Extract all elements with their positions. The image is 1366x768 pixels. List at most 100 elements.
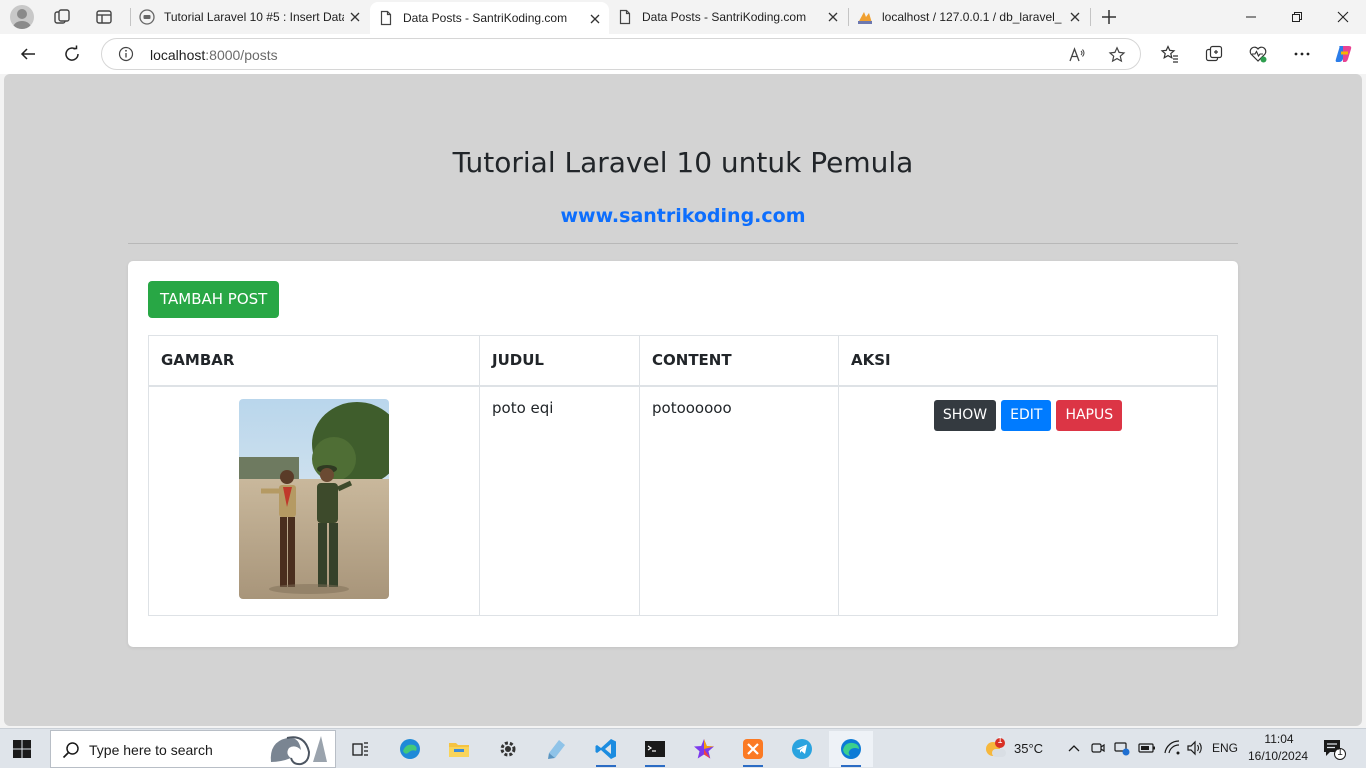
add-post-button[interactable]: TAMBAH POST (148, 281, 280, 318)
close-window-button[interactable] (1320, 0, 1366, 34)
delete-button[interactable]: HAPUS (1056, 399, 1123, 431)
browser-tab[interactable]: Tutorial Laravel 10 #5 : Insert Data (131, 0, 369, 34)
taskbar-app-terminal[interactable] (633, 731, 677, 767)
xampp-icon (743, 739, 763, 759)
taskbar-app-xampp[interactable] (731, 731, 775, 767)
task-view-icon (352, 742, 368, 756)
settings-more-button[interactable] (1288, 40, 1316, 68)
action-buttons: SHOW EDIT HAPUS (851, 399, 1205, 431)
page-icon (619, 9, 631, 25)
taskbar-app-edge[interactable] (829, 731, 873, 767)
taskbar-app-sticky[interactable] (535, 731, 579, 767)
copilot-icon (1335, 46, 1352, 62)
page-icon (380, 10, 392, 26)
clock-time[interactable]: 11:04 (1262, 732, 1296, 746)
chevron-up-icon[interactable] (1068, 743, 1080, 753)
input-language[interactable]: ENG (1212, 741, 1238, 755)
search-highlight-shell-icon (270, 736, 327, 766)
tab-title: localhost / 127.0.0.1 / db_laravel_ (882, 10, 1062, 24)
task-view-button[interactable] (338, 731, 382, 767)
new-tab-icon[interactable] (1099, 7, 1119, 27)
folder-icon (449, 743, 469, 757)
collections-button[interactable] (1200, 40, 1228, 68)
collections-icon (1205, 45, 1223, 62)
page-viewport: Tutorial Laravel 10 untuk Pemula www.san… (4, 74, 1362, 726)
post-photo-icon (239, 398, 389, 599)
paint-tool-icon (548, 740, 565, 759)
windows-taskbar: Type here to search 1 35°C ENG 11:04 16/… (0, 728, 1366, 768)
vertical-tabs-icon[interactable] (94, 7, 114, 27)
taskbar-app-telegram[interactable] (780, 731, 824, 767)
profile-avatar-icon[interactable] (10, 5, 34, 29)
divider (128, 243, 1238, 244)
minimize-button[interactable] (1228, 0, 1274, 34)
table-row: poto eqi potoooooo SHOW EDIT HAPUS (148, 385, 1218, 616)
refresh-icon (65, 45, 79, 61)
close-tab-icon[interactable] (1067, 9, 1083, 25)
weather-sun-icon[interactable] (982, 735, 1008, 761)
notification-count: 1 (1337, 747, 1343, 758)
search-placeholder: Type here to search (89, 742, 213, 758)
url-host: localhost (150, 47, 206, 63)
taskbar-app-file-explorer[interactable] (437, 731, 481, 767)
more-dots-icon (1294, 52, 1310, 56)
read-aloud-icon[interactable] (1068, 46, 1086, 64)
copilot-button[interactable] (1330, 40, 1358, 68)
refresh-button[interactable] (58, 40, 86, 68)
close-tab-icon[interactable] (825, 9, 841, 25)
star-app-icon (694, 739, 714, 759)
address-bar[interactable]: localhost:8000/posts (101, 38, 1141, 70)
post-image (239, 398, 389, 599)
posts-table: GAMBAR JUDUL CONTENT AKSI poto eqi potoo… (148, 335, 1218, 616)
cell-content: potoooooo (639, 385, 839, 616)
back-arrow-icon (20, 48, 35, 60)
restore-button[interactable] (1274, 0, 1320, 34)
page-title: Tutorial Laravel 10 untuk Pemula (452, 146, 914, 179)
minimize-icon (1246, 16, 1256, 18)
cell-judul: poto eqi (479, 385, 640, 616)
back-button[interactable] (14, 40, 42, 68)
browser-tab[interactable]: localhost / 127.0.0.1 / db_laravel_ (849, 0, 1089, 34)
tab-title: Data Posts - SantriKoding.com (642, 10, 807, 24)
meet-now-icon[interactable] (1090, 740, 1106, 756)
tab-title: Tutorial Laravel 10 #5 : Insert Data (164, 10, 344, 24)
favorites-icon (1160, 45, 1178, 63)
site-info-icon[interactable] (118, 46, 134, 62)
browser-tab[interactable]: Data Posts - SantriKoding.com (609, 0, 847, 34)
battery-icon[interactable] (1138, 741, 1156, 755)
table-header-row: GAMBAR JUDUL CONTENT AKSI (148, 335, 1218, 387)
settings-gear-icon (500, 741, 516, 757)
taskbar-search-box[interactable]: Type here to search (50, 730, 336, 768)
terminal-icon (645, 741, 665, 757)
favorite-star-icon[interactable] (1108, 46, 1126, 64)
edge-browser-icon (400, 739, 420, 759)
restore-icon (1292, 12, 1302, 22)
posts-card: TAMBAH POST GAMBAR JUDUL CONTENT AKSI po… (128, 261, 1238, 647)
cell-aksi: SHOW EDIT HAPUS (838, 385, 1218, 616)
windows-start-icon[interactable] (12, 739, 32, 759)
edit-button[interactable]: EDIT (1001, 399, 1052, 431)
browser-tab-active[interactable]: Data Posts - SantriKoding.com (370, 2, 609, 34)
volume-icon[interactable] (1186, 740, 1204, 756)
show-button[interactable]: SHOW (933, 399, 997, 431)
close-icon (1337, 11, 1349, 23)
workspaces-icon[interactable] (52, 7, 72, 27)
close-tab-icon[interactable] (347, 9, 363, 25)
taskbar-app-vscode[interactable] (584, 731, 628, 767)
taskbar-app-edge-dev[interactable] (388, 731, 432, 767)
taskbar-app-star[interactable] (682, 731, 726, 767)
telegram-icon (792, 739, 812, 759)
favorites-button[interactable] (1156, 40, 1184, 68)
wifi-icon[interactable] (1163, 740, 1181, 756)
column-header-judul: JUDUL (479, 335, 640, 387)
weather-temperature[interactable]: 35°C (1014, 741, 1043, 756)
site-link[interactable]: www.santrikoding.com (4, 205, 1362, 227)
tab-title: Data Posts - SantriKoding.com (403, 11, 568, 25)
url-path: :8000/posts (205, 47, 278, 63)
taskbar-app-settings[interactable] (486, 731, 530, 767)
network-status-icon[interactable] (1114, 740, 1130, 756)
close-tab-icon[interactable] (587, 11, 603, 27)
column-header-aksi: AKSI (838, 335, 1218, 387)
clock-date[interactable]: 16/10/2024 (1248, 749, 1308, 763)
browser-essentials-button[interactable] (1244, 40, 1272, 68)
